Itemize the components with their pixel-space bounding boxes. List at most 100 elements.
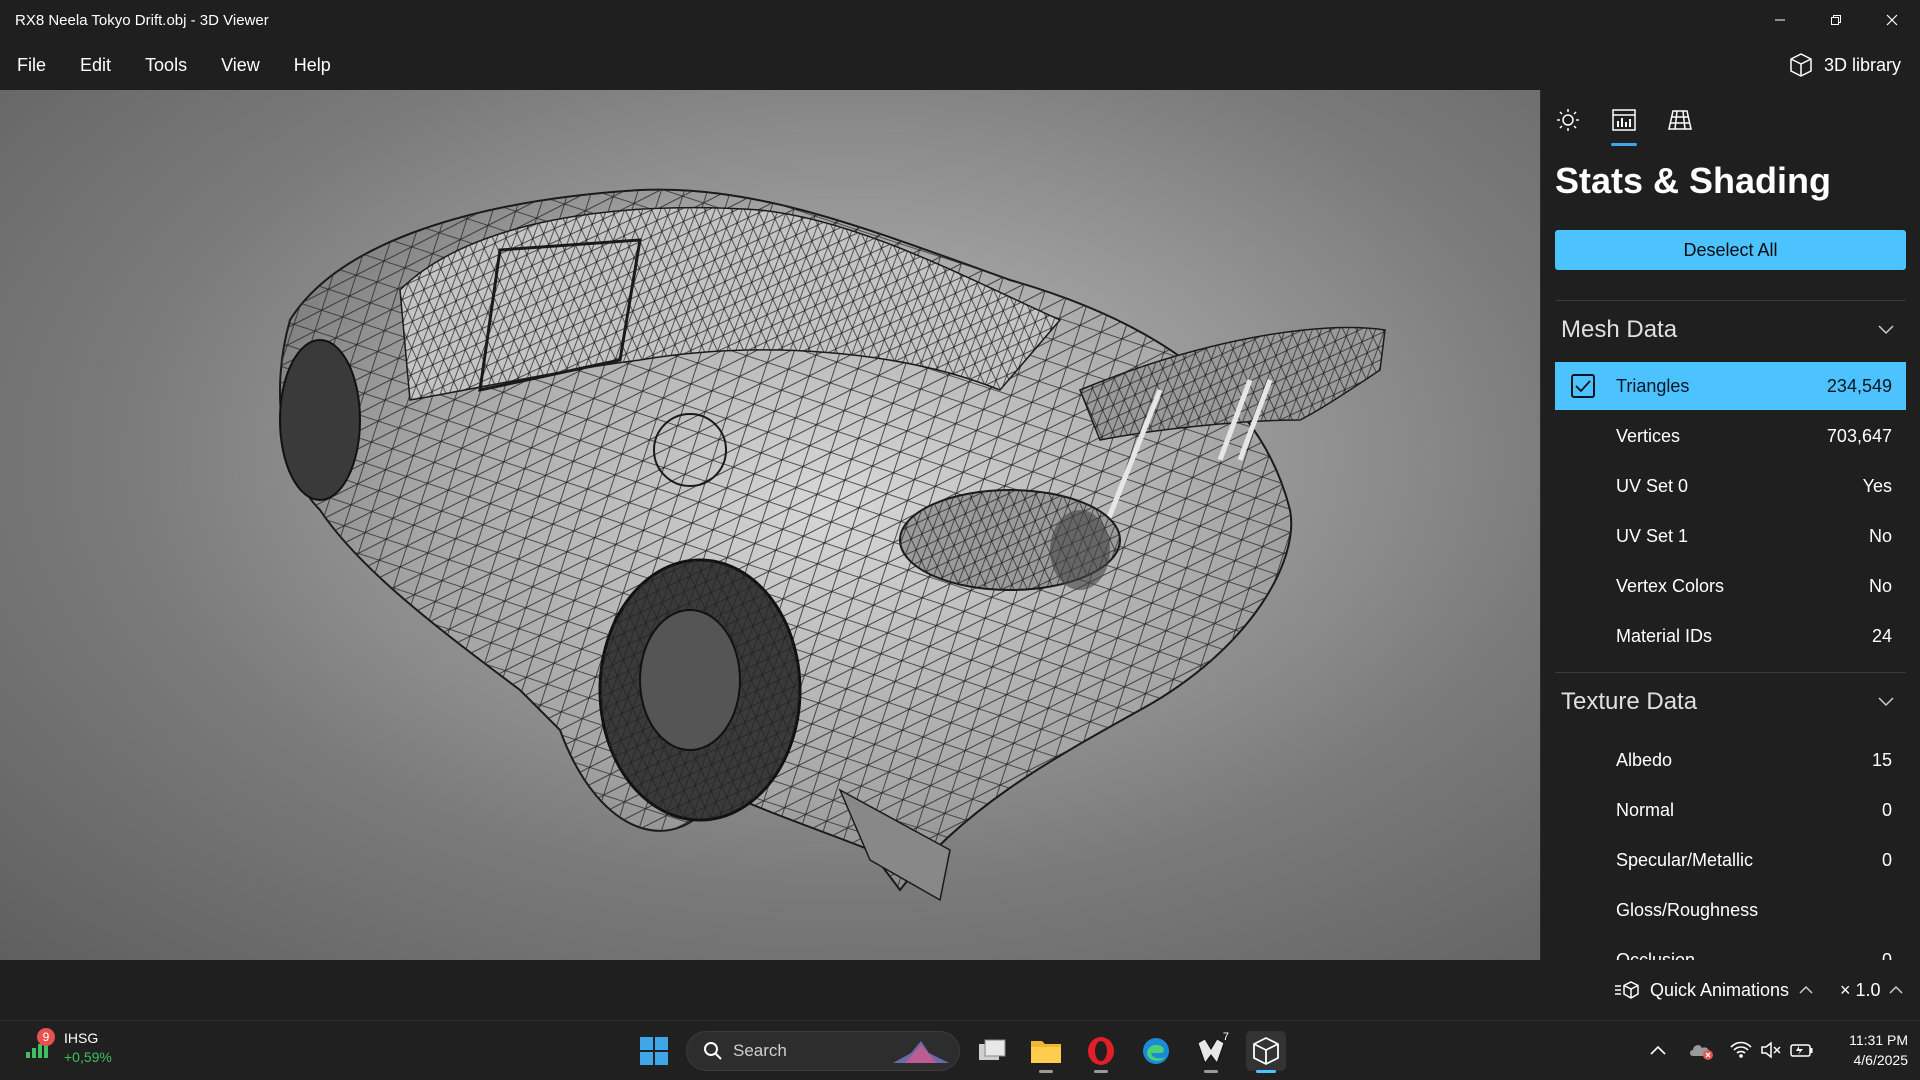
mesh-row-triangles[interactable]: Triangles 234,549: [1555, 362, 1906, 410]
animation-cube-icon: [1615, 981, 1639, 999]
row-value: 0: [1881, 799, 1892, 820]
folder-icon: [1031, 1041, 1061, 1063]
quick-animations-button[interactable]: Quick Animations: [1614, 960, 1813, 1020]
checkmark-icon: [1575, 380, 1591, 393]
row-label: UV Set 1: [1616, 525, 1689, 546]
texture-row-specular-metallic[interactable]: Specular/Metallic 0: [1555, 836, 1906, 884]
car-wireframe-model[interactable]: [0, 90, 1540, 960]
running-indicator: [1204, 1070, 1218, 1073]
3d-viewer-icon: [1253, 1037, 1279, 1065]
row-value: No: [1868, 575, 1892, 596]
3d-library-button[interactable]: 3D library: [1788, 40, 1901, 90]
system-clock[interactable]: 11:31 PM 4/6/2025: [1818, 1030, 1908, 1070]
panel-tabs: [1553, 104, 1695, 146]
row-value: 0: [1881, 949, 1892, 961]
menu-bar: File Edit Tools View Help: [0, 40, 1920, 90]
tab-lighting[interactable]: [1553, 104, 1583, 136]
texture-row-albedo[interactable]: Albedo 15: [1555, 736, 1906, 784]
edge-icon: [1143, 1038, 1169, 1064]
quick-animations-label: Quick Animations: [1650, 979, 1790, 1000]
3d-viewer-taskbar-button[interactable]: [1246, 1031, 1286, 1071]
file-explorer-button[interactable]: [1026, 1031, 1066, 1071]
panel-title: Stats & Shading: [1555, 160, 1832, 201]
title-bar: RX8 Neela Tokyo Drift.obj - 3D Viewer: [0, 0, 1920, 40]
minimize-icon: [1775, 19, 1785, 21]
chevron-up-icon: [1799, 985, 1813, 994]
mesh-row-vertices[interactable]: Vertices 703,647: [1555, 412, 1906, 460]
opera-icon: [1088, 1037, 1114, 1065]
mesh-row-uv-set-0[interactable]: UV Set 0 Yes: [1555, 462, 1906, 510]
search-label: Search: [733, 1041, 787, 1060]
sun-icon: [1557, 109, 1579, 131]
battery-button[interactable]: [1790, 1020, 1814, 1080]
row-value: 15: [1871, 749, 1892, 770]
start-button[interactable]: [634, 1031, 674, 1071]
taskbar: [0, 1020, 1920, 1080]
texture-row-occlusion[interactable]: Occlusion 0: [1555, 936, 1906, 961]
mesh-row-vertex-colors[interactable]: Vertex Colors No: [1555, 562, 1906, 610]
stock-name: IHSG: [64, 1030, 99, 1046]
volume-button[interactable]: [1760, 1020, 1782, 1080]
taskbar-search[interactable]: Search: [686, 1031, 960, 1071]
task-view-button[interactable]: [972, 1031, 1012, 1071]
row-label: Vertex Colors: [1616, 575, 1725, 596]
battery-icon: [1790, 1044, 1813, 1057]
3d-library-label: 3D library: [1823, 54, 1901, 75]
speed-label: × 1.0: [1840, 979, 1881, 1000]
stats-icon: [1612, 109, 1636, 131]
edge-button[interactable]: [1136, 1031, 1176, 1071]
cloud-error-icon: [1690, 1045, 1713, 1060]
menu-help[interactable]: Help: [277, 55, 348, 76]
texture-row-normal[interactable]: Normal 0: [1555, 786, 1906, 834]
search-icon: [704, 1042, 722, 1060]
onedrive-tray-icon[interactable]: [1688, 1020, 1714, 1080]
deselect-all-button[interactable]: Deselect All: [1555, 230, 1906, 270]
divider: [1555, 300, 1906, 301]
stock-badge: 9: [37, 1028, 55, 1046]
game-app-button[interactable]: 7: [1191, 1031, 1231, 1071]
row-label: Specular/Metallic: [1616, 849, 1754, 870]
row-label: Gloss/Roughness: [1616, 899, 1759, 920]
tab-stats-shading[interactable]: [1609, 104, 1639, 146]
chevron-down-icon: [1878, 325, 1894, 335]
row-label: Normal: [1616, 799, 1675, 820]
mesh-row-uv-set-1[interactable]: UV Set 1 No: [1555, 512, 1906, 560]
close-button[interactable]: [1864, 0, 1920, 40]
playback-speed-button[interactable]: × 1.0: [1840, 960, 1903, 1020]
menu-tools[interactable]: Tools: [128, 55, 204, 76]
row-value: 703,647: [1826, 425, 1892, 446]
network-button[interactable]: [1730, 1020, 1752, 1080]
app-badge: 7: [1222, 1031, 1229, 1043]
menu-edit[interactable]: Edit: [63, 55, 128, 76]
row-label: Vertices: [1616, 425, 1681, 446]
window-title: RX8 Neela Tokyo Drift.obj - 3D Viewer: [15, 11, 269, 29]
show-hidden-icons-button[interactable]: [1650, 1020, 1666, 1080]
row-value: 0: [1881, 849, 1892, 870]
mute-icon: [1761, 1041, 1781, 1059]
mesh-data-header[interactable]: Mesh Data: [1555, 310, 1906, 350]
row-label: Material IDs: [1616, 625, 1713, 646]
row-value: Yes: [1862, 475, 1892, 496]
running-indicator: [1039, 1070, 1053, 1073]
checkbox-checked[interactable]: [1571, 374, 1595, 398]
cube-icon: [1790, 53, 1812, 77]
row-value: No: [1868, 525, 1892, 546]
3d-viewport[interactable]: [0, 90, 1540, 960]
opera-button[interactable]: [1081, 1031, 1121, 1071]
windows-logo-icon: [640, 1037, 668, 1065]
chevron-up-icon: [1650, 1045, 1666, 1055]
mesh-row-material-ids[interactable]: Material IDs 24: [1555, 612, 1906, 660]
menu-view[interactable]: View: [204, 55, 277, 76]
minimize-button[interactable]: [1752, 0, 1808, 40]
clock-date: 4/6/2025: [1853, 1052, 1909, 1068]
row-value: 24: [1871, 625, 1892, 646]
tab-grid[interactable]: [1665, 104, 1695, 136]
restore-button[interactable]: [1808, 0, 1864, 40]
chevron-down-icon: [1878, 697, 1894, 707]
texture-data-header[interactable]: Texture Data: [1555, 682, 1906, 722]
menu-file[interactable]: File: [0, 55, 63, 76]
row-label: UV Set 0: [1616, 475, 1689, 496]
active-indicator: [1256, 1070, 1276, 1073]
texture-row-gloss-roughness[interactable]: Gloss/Roughness: [1555, 886, 1906, 934]
running-indicator: [1094, 1070, 1108, 1073]
